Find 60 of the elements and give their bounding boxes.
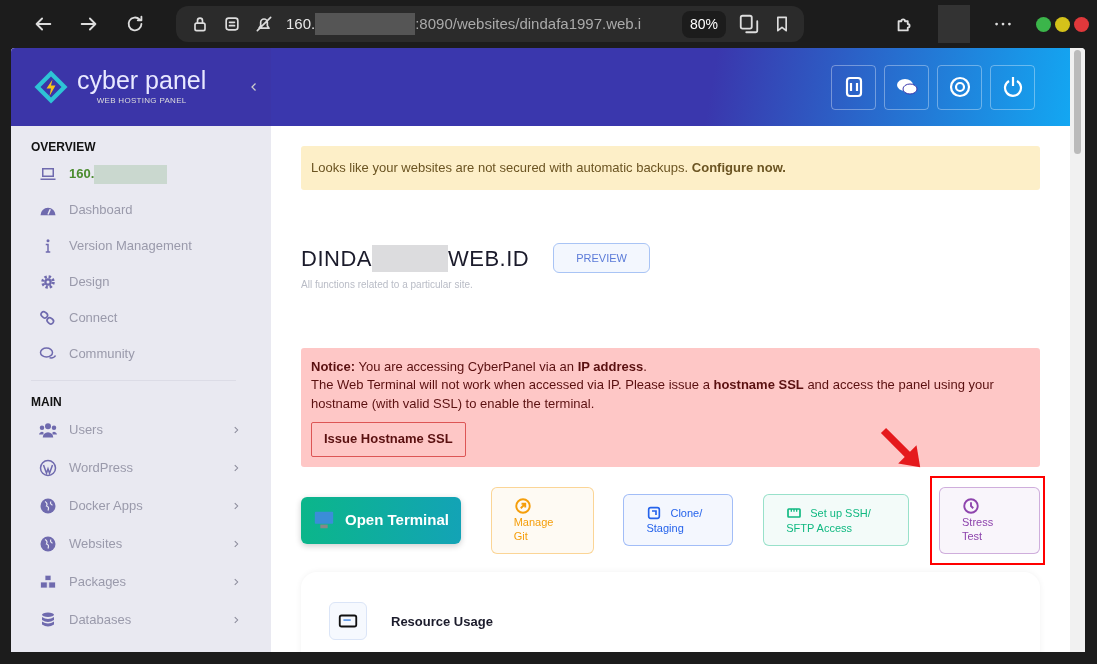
site-title: WEB.ID [447, 244, 530, 273]
sidebar-item[interactable]: Databases [11, 601, 271, 639]
wordpress-icon [39, 459, 57, 477]
maximize-button[interactable] [1055, 16, 1070, 32]
chain-link-icon [39, 309, 57, 327]
address-bar[interactable]: 160. :8090/websites/dindafa1997.web.i 80% [176, 6, 804, 42]
scrollbar-thumb[interactable] [1074, 50, 1081, 154]
site-title: DINDA [301, 244, 372, 273]
url-text: 160. [286, 13, 316, 34]
database-icon [39, 611, 57, 629]
users-icon [39, 421, 57, 439]
logo-icon [33, 69, 69, 105]
clock-icon [962, 496, 980, 515]
lifebuoy-icon [947, 75, 972, 99]
preview-button[interactable]: PREVIEW [553, 242, 650, 274]
sidebar-item[interactable]: Docker Apps [11, 487, 271, 525]
action-button[interactable]: Set up SSH/ SFTP Access [763, 494, 910, 547]
section-heading: OVERVIEW [30, 139, 97, 156]
minimize-button[interactable] [1036, 16, 1051, 32]
issue-ssl-button[interactable]: Issue Hostname SSL [311, 422, 466, 457]
gear-icon [39, 273, 57, 291]
sidebar-item[interactable]: Users [11, 411, 271, 449]
section-heading: MAIN [30, 394, 63, 411]
scrollbar[interactable] [1070, 48, 1085, 652]
sidebar-item[interactable]: Version Management [11, 228, 271, 264]
sidebar-item[interactable]: Packages [11, 563, 271, 601]
notice-text: Notice: You are accessing CyberPanel via an IP address. [311, 357, 648, 376]
lifebuoy-button[interactable] [937, 64, 982, 110]
muted-bell-icon[interactable] [254, 14, 274, 34]
action-button[interactable]: Manage Git [490, 486, 594, 554]
sidebar-item[interactable]: Connect [11, 300, 271, 336]
url-text: :8090/websites/dindafa1997.web.i [415, 13, 642, 34]
square-icon [646, 504, 663, 521]
sidebar-item[interactable]: WordPress [11, 449, 271, 487]
action-button[interactable]: Clone/ Staging [623, 494, 734, 547]
globe-icon [39, 497, 57, 515]
backup-alert: Looks like your websites are not secured with automatic backups. Configure now. [301, 146, 1040, 190]
site-settings-icon[interactable] [222, 14, 242, 34]
boxes-icon [39, 573, 57, 591]
video-button[interactable] [831, 64, 876, 110]
arrow-circle-icon [513, 496, 532, 515]
sidebar-item[interactable]: Community [11, 336, 271, 372]
chat-button[interactable] [884, 64, 929, 110]
power-button[interactable] [990, 64, 1035, 110]
sidebar-item[interactable]: Websites [11, 525, 271, 563]
card-title: Resource Usage [391, 612, 493, 631]
action-button[interactable]: Stress Test [939, 486, 1040, 554]
laptop-icon [39, 165, 57, 183]
brand-tagline: WEB HOSTING PANEL [95, 94, 188, 107]
close-button[interactable] [1074, 16, 1089, 32]
site-subtitle: All functions related to a particular site. [301, 277, 474, 292]
zoom-level[interactable]: 80% [681, 10, 726, 38]
globe-icon [39, 535, 57, 553]
sidebar-item[interactable]: Dashboard [11, 192, 271, 228]
brand-name: cyber panel [77, 67, 207, 93]
sidebar-item[interactable]: 160. [11, 156, 271, 192]
sidebar-item[interactable]: Design [11, 264, 271, 300]
host-label: 160. [69, 165, 95, 184]
terminal-button[interactable]: Open Terminal [301, 496, 461, 544]
notice-text: The Web Terminal will not work when accessed via IP. Please issue a hostname SSL and access the panel using your hostname (with valid SSL) to enable the terminal. [311, 376, 995, 414]
